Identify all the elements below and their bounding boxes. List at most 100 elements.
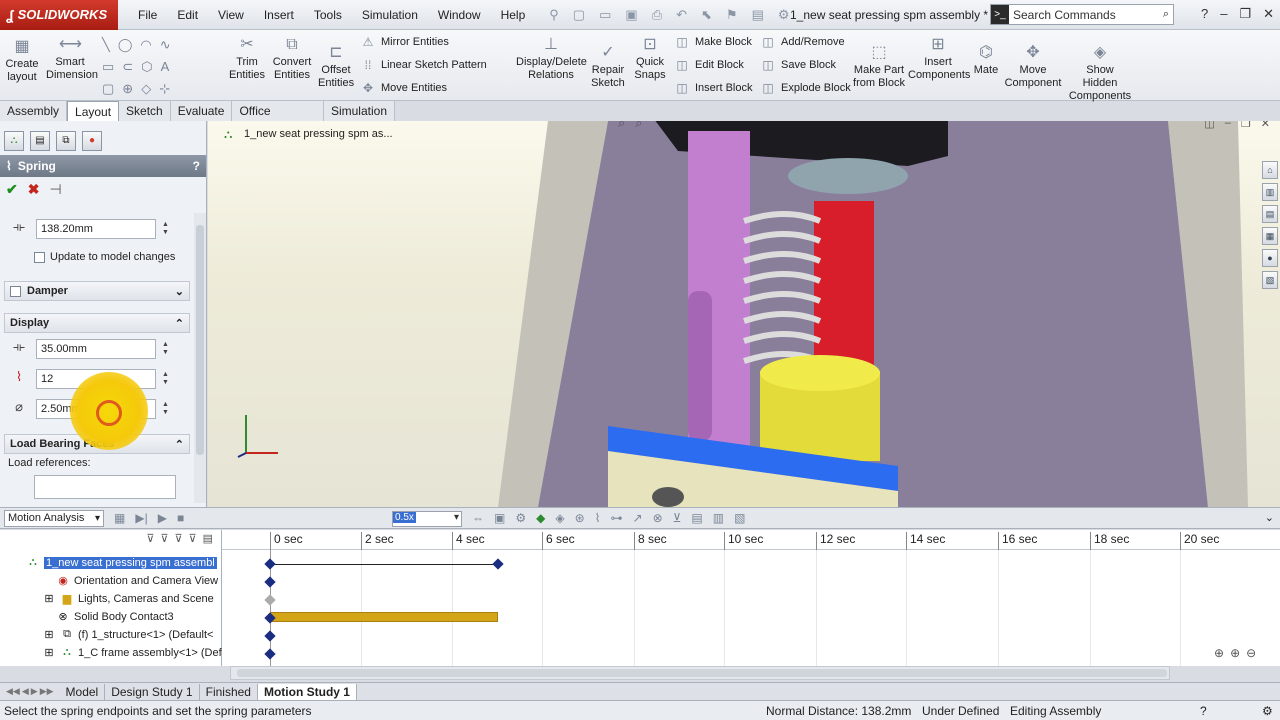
undo-icon[interactable]: ↶ [676, 7, 687, 23]
tab-layout[interactable]: Layout [67, 101, 120, 121]
filter-animated-icon[interactable]: ⊽ [146, 532, 154, 550]
select-icon[interactable]: ⬉ [701, 7, 712, 23]
appearance-manager-icon[interactable]: ● [82, 131, 102, 151]
cancel-icon[interactable]: ✖ [28, 181, 40, 197]
update-model-changes-checkbox[interactable]: Update to model changes [34, 251, 175, 263]
configuration-manager-icon[interactable]: ⧉ [56, 131, 76, 151]
key-point[interactable] [264, 630, 276, 642]
open-icon[interactable]: ▭ [599, 7, 611, 23]
search-input[interactable]: Search Commands [1009, 8, 1159, 22]
slot-icon[interactable]: ⊂ [122, 59, 141, 74]
graphics-area[interactable]: ⛬ 1_new seat pressing spm as... ⌕ ⌕ ◫ ‒ … [208, 121, 1280, 507]
create-layout-button[interactable]: ▦ Create layout [4, 38, 40, 84]
damper-tool-icon[interactable]: ⊶ [611, 511, 623, 525]
playback-mode-icon[interactable]: ⇔ [472, 511, 484, 525]
wire-diameter-spinner[interactable]: ▲ ▼ [162, 401, 169, 417]
help-icon[interactable]: ? [1201, 6, 1208, 22]
plane-icon[interactable]: ◇ [141, 81, 159, 96]
appearances-icon[interactable]: ● [1262, 249, 1278, 267]
repair-sketch-button[interactable]: ✓ Repair Sketch [590, 44, 626, 90]
file-properties-icon[interactable]: ▤ [752, 7, 764, 23]
tree-item-contact[interactable]: ⊗ Solid Body Contact3 [56, 610, 173, 624]
split-view-icon[interactable]: ◫ [1204, 121, 1214, 130]
point-icon[interactable]: ▢ [102, 81, 122, 96]
edit-block-button[interactable]: ◫ Edit Block [674, 58, 744, 72]
quick-snaps-button[interactable]: ⊡ Quick Snaps [632, 36, 668, 82]
contact-time-bar[interactable] [270, 612, 498, 622]
file-explorer-icon[interactable]: ▤ [1262, 205, 1278, 223]
study-properties-icon[interactable]: ▥ [713, 511, 724, 525]
show-hidden-components-button[interactable]: ◈ Show Hidden Components [1068, 44, 1132, 103]
ok-icon[interactable]: ✔ [6, 181, 18, 197]
viewport-restore-icon[interactable]: ❐ [1241, 121, 1251, 130]
tab-design-study[interactable]: Design Study 1 [105, 683, 200, 700]
convert-entities-button[interactable]: ⧉ Convert Entities [270, 36, 314, 82]
calculate-icon[interactable]: ▦ [114, 511, 125, 525]
filter-results-icon[interactable]: ⊽ [189, 532, 197, 550]
trim-entities-button[interactable]: ✂ Trim Entities [228, 36, 266, 82]
number-of-coils-spinner[interactable]: ▲ ▼ [162, 371, 169, 387]
smart-dimension-button[interactable]: ⟷ Smart Dimension [46, 36, 98, 82]
new-document-icon[interactable]: ▢ [573, 7, 585, 23]
tab-model[interactable]: Model [60, 683, 106, 700]
add-key-icon[interactable]: ◈ [555, 511, 564, 525]
customize-status-icon[interactable]: ⚙ [1262, 704, 1273, 718]
menu-help[interactable]: Help [491, 0, 536, 30]
filter-driving-icon[interactable]: ⊽ [160, 532, 168, 550]
play-icon[interactable]: ▶ [158, 511, 167, 525]
tab-simulation[interactable]: Simulation [324, 101, 395, 121]
tab-motion-study[interactable]: Motion Study 1 [257, 683, 357, 700]
pm-scrollbar[interactable] [194, 213, 206, 503]
coil-diameter-input[interactable]: 35.00mm [36, 339, 156, 359]
timeline-scrollbar[interactable] [230, 666, 1170, 680]
pm-scroll-thumb[interactable] [196, 225, 204, 455]
gravity-icon[interactable]: ⊻ [673, 511, 682, 525]
spline-icon[interactable]: ∿ [160, 37, 179, 52]
key-point[interactable] [264, 558, 276, 570]
polygon-icon[interactable]: ⬡ [141, 59, 160, 74]
make-part-from-block-button[interactable]: ⬚ Make Part from Block [852, 44, 906, 90]
timeline-area[interactable]: 0 sec 2 sec 4 sec 6 sec 8 sec 10 sec 12 … [222, 530, 1280, 666]
prev-tab-icon[interactable]: ◀ [22, 686, 29, 697]
autokey-icon[interactable]: ◆ [536, 511, 545, 525]
resources-icon[interactable]: ⌂ [1262, 161, 1278, 179]
study-type-select[interactable]: Motion Analysis [4, 509, 104, 527]
mirror-entities-button[interactable]: ⚠ Mirror Entities [360, 35, 449, 49]
tab-sketch[interactable]: Sketch [119, 101, 171, 121]
view-palette-icon[interactable]: ▦ [1262, 227, 1278, 245]
stop-icon[interactable]: ■ [177, 511, 184, 525]
menu-insert[interactable]: Insert [254, 0, 304, 30]
make-block-button[interactable]: ◫ Make Block [674, 35, 752, 49]
save-animation-icon[interactable]: ▣ [494, 511, 505, 525]
first-tab-icon[interactable]: ◀◀ [6, 686, 20, 697]
text-icon[interactable]: A [161, 59, 178, 74]
search-icon[interactable]: ⌕ [1159, 8, 1173, 21]
circle-icon[interactable]: ◯ [118, 37, 141, 52]
help-button[interactable]: ? [193, 159, 200, 173]
rebuild-icon[interactable]: ⚑ [726, 7, 738, 23]
options-icon[interactable]: ⚙ [778, 7, 790, 23]
print-icon[interactable]: ⎙ [652, 7, 662, 23]
insert-block-button[interactable]: ◫ Insert Block [674, 81, 752, 95]
coil-diameter-spinner[interactable]: ▲ ▼ [162, 341, 169, 357]
arc-icon[interactable]: ◠ [140, 37, 159, 52]
tree-item-lights[interactable]: ⊞ ▆ Lights, Cameras and Scene [42, 592, 213, 606]
display-delete-relations-button[interactable]: ⊥ Display/Delete Relations [516, 36, 587, 82]
key-point[interactable] [492, 558, 504, 570]
rectangle-icon[interactable]: ▭ [102, 59, 122, 74]
help-status-icon[interactable]: ? [1200, 704, 1207, 718]
last-tab-icon[interactable]: ▶▶ [40, 686, 54, 697]
expand-plus-icon[interactable]: ⊞ [42, 646, 56, 660]
playback-speed-select[interactable]: 0.5x ▾ [392, 511, 462, 527]
results-icon[interactable]: ▤ [691, 511, 702, 525]
menu-edit[interactable]: Edit [167, 0, 208, 30]
tab-evaluate[interactable]: Evaluate [171, 101, 233, 121]
zoom-to-fit-icon[interactable]: ⊕ [1214, 646, 1224, 660]
play-from-start-icon[interactable]: ▶| [135, 511, 147, 525]
tab-assembly[interactable]: Assembly [0, 101, 68, 121]
viewport-close-icon[interactable]: ✕ [1261, 121, 1270, 130]
free-length-spinner[interactable]: ▲ ▼ [162, 221, 169, 237]
timeline-scroll-thumb[interactable] [237, 669, 1167, 677]
collapse-motion-icon[interactable]: ▧ [734, 511, 745, 525]
collapse-icon[interactable]: ⌃ [175, 438, 184, 451]
